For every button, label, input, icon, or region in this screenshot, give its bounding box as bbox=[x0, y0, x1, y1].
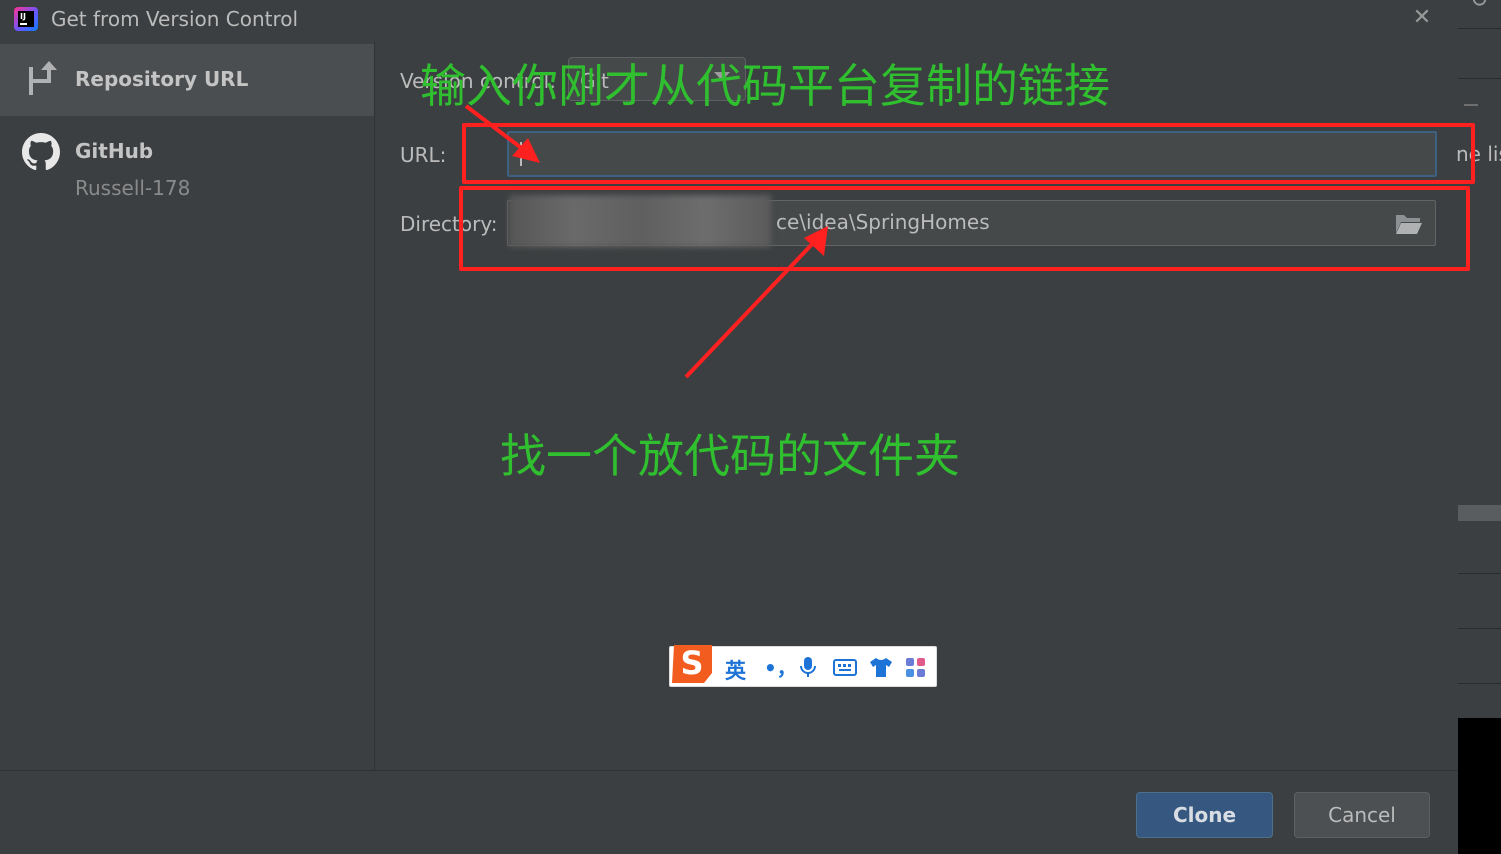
annotation-box-url bbox=[462, 123, 1475, 184]
sogou-logo-icon[interactable]: S bbox=[668, 641, 716, 687]
cancel-button[interactable]: Cancel bbox=[1294, 792, 1430, 838]
annotation-text-directory: 找一个放代码的文件夹 bbox=[500, 429, 960, 483]
microphone-icon[interactable] bbox=[799, 656, 817, 678]
ime-punctuation-toggle[interactable]: •， bbox=[764, 652, 797, 681]
dialog-title: Get from Version Control bbox=[51, 7, 299, 31]
svg-text:S: S bbox=[680, 644, 703, 682]
github-account-name: Russell-178 bbox=[75, 176, 191, 200]
background-dark-region bbox=[1458, 718, 1501, 854]
sidebar-item-label: GitHub bbox=[75, 139, 154, 163]
intellij-logo-icon: IJ bbox=[14, 7, 38, 31]
url-label: URL: bbox=[400, 143, 447, 167]
background-window bbox=[1458, 0, 1501, 718]
annotation-box-directory bbox=[459, 186, 1470, 271]
skin-shirt-icon[interactable] bbox=[869, 656, 893, 678]
sidebar-item-label: Repository URL bbox=[75, 67, 249, 91]
repository-url-icon bbox=[29, 61, 57, 95]
clone-button[interactable]: Clone bbox=[1136, 792, 1273, 838]
toolbox-grid-icon[interactable] bbox=[905, 656, 927, 678]
github-icon bbox=[22, 133, 60, 171]
close-icon[interactable]: ✕ bbox=[1408, 5, 1436, 33]
ime-language-toggle[interactable]: 英 bbox=[725, 655, 746, 685]
annotation-text-url: 输入你刚才从代码平台复制的链接 bbox=[420, 59, 1110, 113]
refresh-icon: ↻ bbox=[1470, 0, 1489, 13]
keyboard-icon[interactable] bbox=[833, 656, 857, 678]
